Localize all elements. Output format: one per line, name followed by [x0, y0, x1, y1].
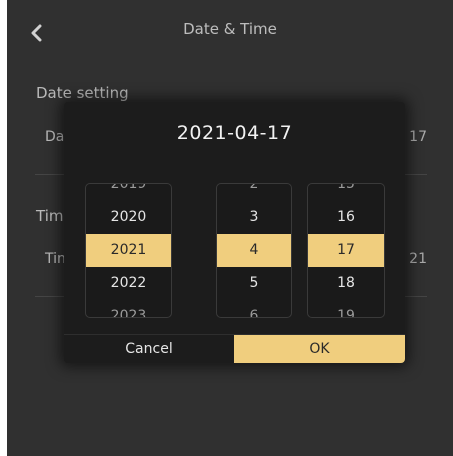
year-option[interactable]: 2019: [86, 184, 171, 201]
month-option[interactable]: 6: [217, 300, 291, 317]
month-option[interactable]: 2: [217, 184, 291, 201]
year-wheel[interactable]: 2019 2020 2021 2022 2023: [85, 183, 172, 318]
month-option[interactable]: 3: [217, 201, 291, 234]
month-option-selected[interactable]: 4: [217, 234, 291, 267]
date-picker-dialog: 2021-04-17 2019 2020 2021 2022 2023 2 3 …: [64, 102, 405, 363]
year-option[interactable]: 2020: [86, 201, 171, 234]
cancel-button[interactable]: Cancel: [64, 335, 234, 363]
year-option[interactable]: 2023: [86, 300, 171, 317]
dialog-button-bar: Cancel OK: [64, 334, 405, 363]
day-option[interactable]: 19: [308, 300, 384, 317]
screen: Date & Time Date setting Da 17 Tim Tin 2…: [0, 0, 453, 456]
day-option[interactable]: 15: [308, 184, 384, 201]
day-option-selected[interactable]: 17: [308, 234, 384, 267]
day-option[interactable]: 18: [308, 267, 384, 300]
year-option-selected[interactable]: 2021: [86, 234, 171, 267]
day-option[interactable]: 16: [308, 201, 384, 234]
month-wheel[interactable]: 2 3 4 5 6: [216, 183, 292, 318]
dialog-title: 2021-04-17: [176, 122, 293, 144]
month-option[interactable]: 5: [217, 267, 291, 300]
ok-button[interactable]: OK: [234, 335, 405, 363]
year-option[interactable]: 2022: [86, 267, 171, 300]
day-wheel[interactable]: 15 16 17 18 19: [307, 183, 385, 318]
